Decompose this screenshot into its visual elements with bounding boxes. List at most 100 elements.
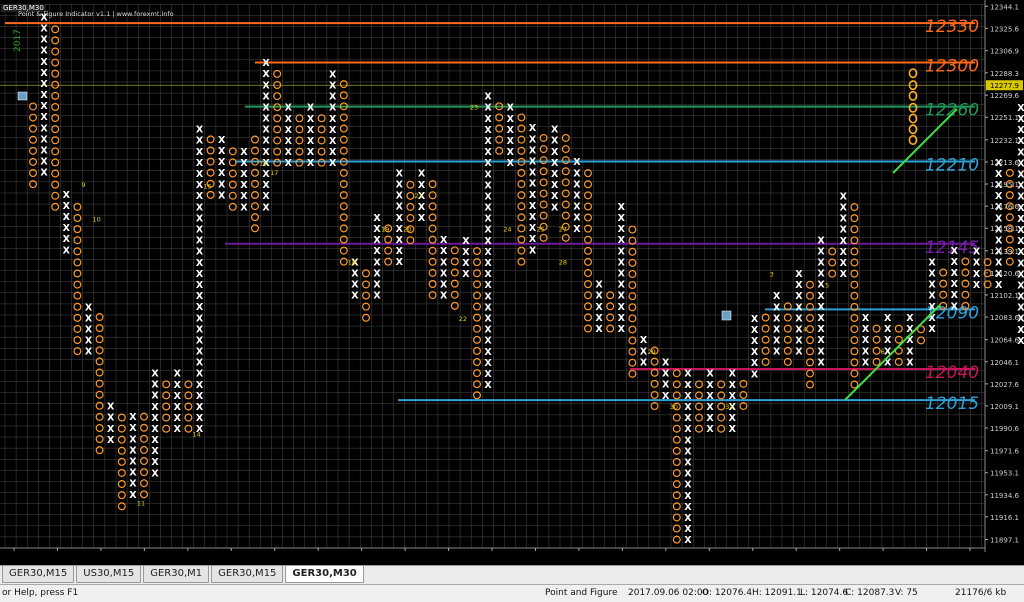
x-mark: X [1017,103,1024,114]
x-mark: X [529,123,537,134]
x-mark: X [507,158,515,169]
y-tick-label: 12232.1 [990,137,1019,145]
tab-us30-m15[interactable]: US30,M15 [76,566,142,583]
y-tick-label: 11934.6 [990,492,1019,500]
x-mark: X [862,313,870,324]
x-mark: X [840,203,848,214]
x-mark: X [573,224,581,235]
y-tick-label: 12064.6 [990,337,1019,345]
x-mark: X [262,80,270,91]
x-mark: X [174,424,182,435]
x-mark: X [262,91,270,102]
x-mark: X [484,180,492,191]
x-mark: X [196,335,204,346]
x-mark: X [684,435,692,446]
x-mark: X [551,158,559,169]
tab-ger30-m15[interactable]: GER30,M15 [2,566,75,583]
x-mark: X [351,268,359,279]
x-mark: X [507,147,515,158]
x-mark: X [706,424,714,435]
x-mark: X [529,212,537,223]
x-mark: X [595,291,603,302]
tab-ger30-m15-2[interactable]: GER30,M15 [211,566,284,583]
x-mark: X [951,290,959,301]
x-mark: X [63,245,71,256]
x-mark: X [196,258,204,269]
x-mark: X [285,103,293,114]
x-mark: X [618,235,626,246]
x-mark: X [973,269,981,280]
x-mark: X [40,79,48,90]
y-tick-label: 12344.1 [990,3,1019,11]
x-mark: X [196,158,204,169]
x-mark: X [618,291,626,302]
x-mark: X [484,369,492,380]
x-mark: X [928,324,936,335]
x-mark: X [196,236,204,247]
x-mark: X [307,103,315,114]
y-tick-label: 12139.1 [990,248,1019,256]
x-mark: X [706,380,714,391]
x-mark: X [862,324,870,335]
x-mark: X [507,114,515,125]
x-mark: X [618,280,626,291]
x-mark: X [40,101,48,112]
x-mark: X [618,213,626,224]
x-mark: X [484,191,492,202]
x-mark: X [1017,125,1024,136]
x-mark: X [440,291,448,302]
x-mark: X [151,391,159,402]
x-mark: X [40,35,48,46]
x-mark: X [906,313,914,324]
x-mark: X [218,135,226,146]
x-mark: X [40,146,48,157]
point-and-figure-chart[interactable]: 1233012300122601221012145120901204012015… [0,0,1024,552]
x-mark: X [662,380,670,391]
x-mark: X [285,114,293,125]
y-tick-label: 12325.6 [990,25,1019,33]
x-mark: X [795,291,803,302]
x-mark: X [618,246,626,257]
x-mark: X [63,234,71,245]
x-mark: X [484,325,492,336]
x-mark: X [151,368,159,379]
x-mark: X [129,434,137,445]
tab-ger30-m1[interactable]: GER30,M1 [143,566,210,583]
x-mark: X [329,103,337,114]
x-mark: X [484,136,492,147]
x-mark: X [840,225,848,236]
x-mark: X [817,302,825,313]
x-mark: X [262,114,270,125]
x-mark: X [262,69,270,80]
x-mark: X [995,213,1003,224]
x-mark: X [396,235,404,246]
x-mark: X [196,147,204,158]
x-mark: X [329,92,337,103]
x-mark: X [951,279,959,290]
x-mark: X [151,424,159,435]
x-mark: X [329,81,337,92]
x-mark: X [396,168,404,179]
x-mark: X [151,413,159,424]
y-tick-label: 12176.6 [990,203,1019,211]
column-count-label: 18 [348,259,356,267]
x-mark: X [551,147,559,158]
y-tick-label: 12288.3 [990,70,1019,78]
x-mark: X [129,457,137,468]
x-mark: X [595,302,603,313]
x-mark: X [751,336,759,347]
x-mark: X [196,369,204,380]
x-mark: X [262,191,270,202]
x-mark: X [262,102,270,113]
x-mark: X [329,125,337,136]
x-mark: X [1017,170,1024,181]
y-tick-label: 12195.1 [990,181,1019,189]
tab-ger30-m30[interactable]: GER30,M30 [285,566,364,583]
x-mark: X [684,380,692,391]
x-mark: X [795,336,803,347]
y-tick-label: 12120.6 [990,270,1019,278]
x-mark: X [729,424,737,435]
x-mark: X [418,213,426,224]
x-mark: X [529,190,537,201]
y-tick-label: 12251.1 [990,114,1019,122]
